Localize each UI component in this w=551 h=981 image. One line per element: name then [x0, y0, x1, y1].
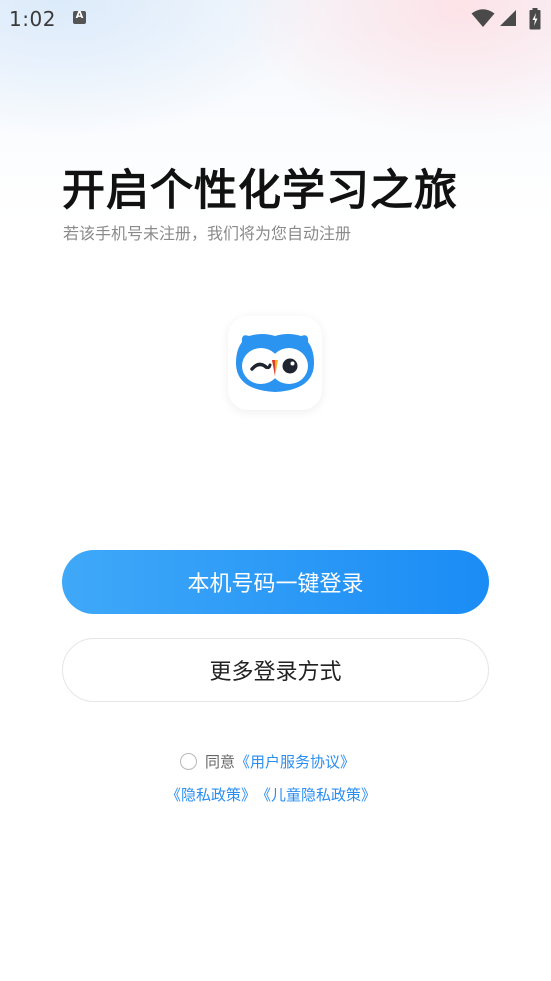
agree-label: 同意	[205, 752, 236, 771]
status-bar: 1:02 A	[0, 0, 551, 38]
signal-icon	[500, 10, 516, 26]
agreement-row: 同意 《用户服务协议》	[180, 750, 355, 772]
policy-links-row: 《隐私政策》 《儿童隐私政策》	[166, 783, 376, 805]
battery-charging-icon	[529, 8, 541, 30]
notification-icon-letter: A	[75, 10, 84, 21]
agreement-checkbox[interactable]	[180, 752, 197, 770]
notification-icon: A	[73, 10, 86, 24]
wifi-icon	[471, 9, 495, 27]
privacy-policy-link[interactable]: 《隐私政策》	[166, 784, 256, 805]
status-time: 1:02	[9, 7, 56, 31]
more-login-options-button[interactable]: 更多登录方式	[62, 638, 489, 702]
app-logo	[228, 316, 322, 410]
owl-logo-icon	[236, 334, 314, 392]
page-subtitle: 若该手机号未注册，我们将为您自动注册	[63, 224, 352, 243]
page-title: 开启个性化学习之旅	[62, 166, 458, 216]
one-click-login-button[interactable]: 本机号码一键登录	[62, 550, 489, 614]
user-agreement-link[interactable]: 《用户服务协议》	[235, 751, 355, 772]
child-privacy-policy-link[interactable]: 《儿童隐私政策》	[256, 784, 376, 805]
